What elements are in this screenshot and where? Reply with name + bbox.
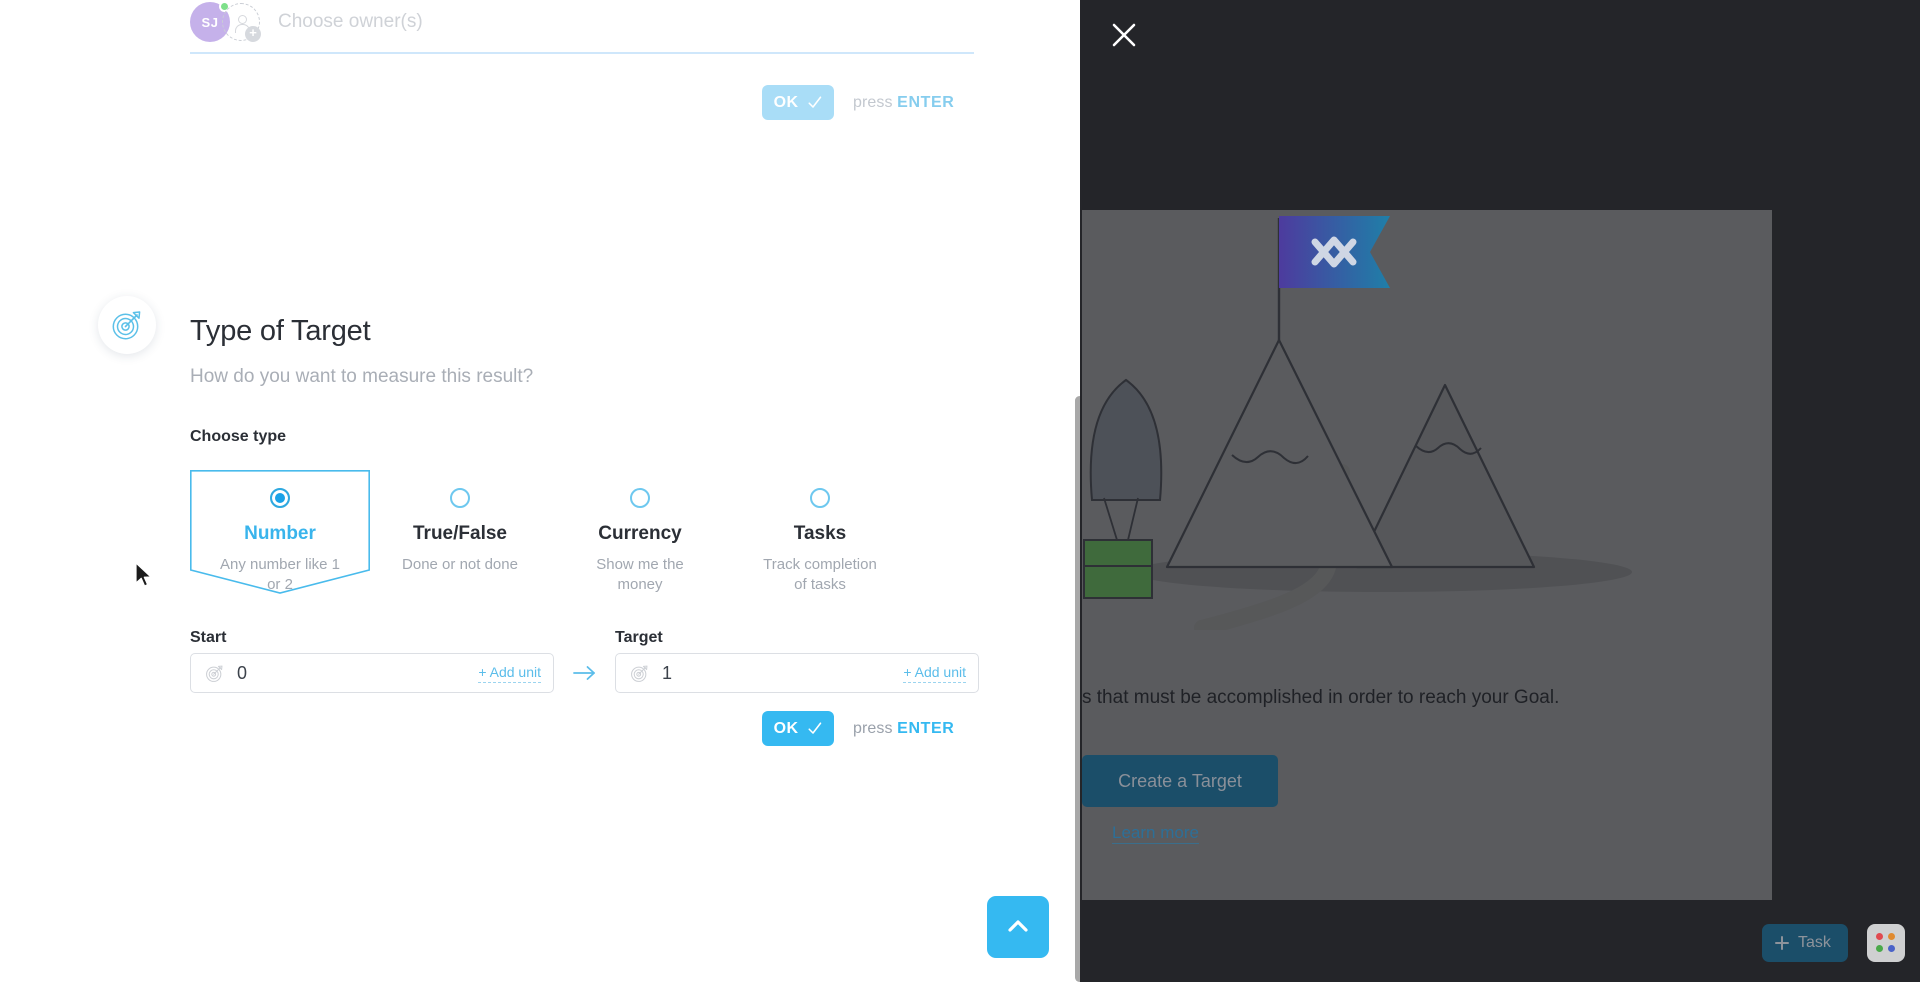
create-target-button-label: Create a Target xyxy=(1118,770,1242,791)
confirm-row-top: OK press ENTER xyxy=(762,85,954,120)
page-subtitle: How do you want to measure this result? xyxy=(190,366,534,387)
add-person-icon[interactable]: + xyxy=(222,3,261,42)
target-icon-small-start xyxy=(206,665,223,682)
type-option-tasks[interactable]: Tasks Track completion of tasks xyxy=(730,470,910,595)
target-icon-small-target xyxy=(631,665,648,682)
radio-currency[interactable] xyxy=(630,488,650,508)
app-root: SJ + Choose owner(s) OK press ENTER Type… xyxy=(0,0,1920,982)
apps-dot-3 xyxy=(1876,944,1883,952)
plus-icon xyxy=(1775,936,1789,950)
background-description: s that must be accomplished in order to … xyxy=(1082,687,1560,708)
start-value: 0 xyxy=(237,662,248,683)
target-value: 1 xyxy=(662,662,673,683)
ok-button-top-label: OK xyxy=(773,93,799,111)
avatar-initials: SJ xyxy=(201,14,219,30)
page-title: Type of Target xyxy=(190,315,371,347)
ok-button-label: OK xyxy=(773,719,799,737)
dark-overlay-panel: s that must be accomplished in order to … xyxy=(1080,0,1920,982)
press-enter-hint: press ENTER xyxy=(853,719,955,737)
scroll-up-button[interactable] xyxy=(987,896,1049,958)
mouse-cursor xyxy=(135,562,152,587)
check-icon xyxy=(808,722,822,734)
start-label: Start xyxy=(190,629,227,646)
background-content-panel: s that must be accomplished in order to … xyxy=(1082,210,1772,900)
type-option-currency-desc: Show me the money xyxy=(596,555,684,593)
chevron-up-icon xyxy=(1008,920,1028,932)
mountain-flag-illustration xyxy=(1083,216,1632,630)
apps-dot-2 xyxy=(1887,933,1895,940)
apps-grid-icon[interactable] xyxy=(1867,924,1905,962)
owners-field[interactable]: SJ + Choose owner(s) xyxy=(190,0,974,54)
create-target-button[interactable]: Create a Target xyxy=(1082,755,1278,807)
ok-button[interactable]: OK xyxy=(762,711,834,746)
press-enter-hint-top: press ENTER xyxy=(853,93,955,111)
apps-dot-1 xyxy=(1876,933,1883,940)
type-option-true-false-label: True/False xyxy=(413,523,507,544)
target-creation-form: SJ + Choose owner(s) OK press ENTER Type… xyxy=(0,0,1080,982)
add-task-button-label: Task xyxy=(1798,934,1831,951)
owners-placeholder: Choose owner(s) xyxy=(278,11,423,32)
type-options-group: Number Any number like 1 or 2 True/False… xyxy=(190,470,910,595)
confirm-row-bottom: OK press ENTER xyxy=(762,711,954,746)
type-option-tasks-desc: Track completion of tasks xyxy=(763,555,877,593)
ok-button-top[interactable]: OK xyxy=(762,85,834,120)
close-icon[interactable] xyxy=(1102,13,1146,57)
type-option-tasks-label: Tasks xyxy=(793,523,847,544)
target-input[interactable]: 1 + Add unit xyxy=(615,653,979,693)
target-icon xyxy=(98,296,156,354)
target-add-unit-link[interactable]: + Add unit xyxy=(903,664,966,683)
type-option-currency-label: Currency xyxy=(598,523,682,544)
radio-tasks[interactable] xyxy=(810,488,830,508)
type-option-currency[interactable]: Currency Show me the money xyxy=(550,470,730,595)
arrow-right-icon xyxy=(573,666,595,680)
type-option-true-false-desc: Done or not done xyxy=(402,555,518,573)
target-label: Target xyxy=(615,629,663,646)
apps-dot-4 xyxy=(1887,944,1895,952)
start-input[interactable]: 0 + Add unit xyxy=(190,653,554,693)
choose-type-label: Choose type xyxy=(190,428,287,445)
learn-more-link[interactable]: Learn more xyxy=(1112,823,1199,844)
radio-true-false[interactable] xyxy=(450,488,470,508)
start-add-unit-link[interactable]: + Add unit xyxy=(478,664,541,683)
add-task-button[interactable]: Task xyxy=(1762,924,1848,962)
check-icon xyxy=(808,96,822,108)
plus-icon: + xyxy=(245,26,261,42)
type-option-number[interactable]: Number Any number like 1 or 2 xyxy=(190,470,370,595)
type-option-true-false[interactable]: True/False Done or not done xyxy=(370,470,550,595)
radio-number[interactable] xyxy=(270,488,290,508)
type-option-number-label: Number xyxy=(244,523,316,544)
type-option-number-desc: Any number like 1 or 2 xyxy=(219,555,341,593)
